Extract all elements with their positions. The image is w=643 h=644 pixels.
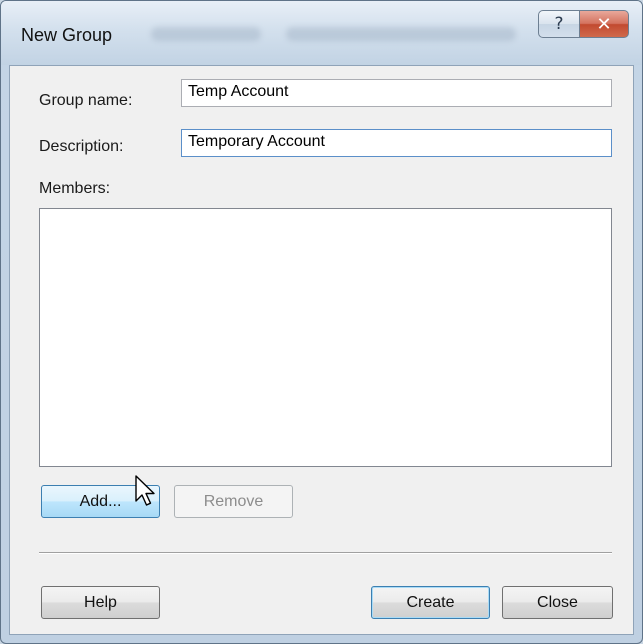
caption-buttons: ? ✕: [538, 10, 629, 38]
remove-button[interactable]: Remove: [174, 485, 293, 518]
help-icon[interactable]: ?: [538, 10, 580, 38]
members-list[interactable]: [39, 208, 612, 467]
dialog-title: New Group: [21, 25, 113, 45]
mouse-cursor-icon: [135, 475, 155, 506]
group-name-input[interactable]: Temp Account: [181, 79, 612, 107]
dialog-body: Group name: Temp Account Description: Te…: [9, 65, 634, 635]
group-name-label: Group name:: [39, 92, 133, 109]
members-label: Members:: [39, 180, 111, 197]
title-bar[interactable]: New Group ? ✕: [1, 1, 642, 65]
background-blur: [151, 27, 261, 41]
separator: [39, 552, 612, 554]
create-button[interactable]: Create: [371, 586, 490, 619]
description-label: Description:: [39, 138, 124, 155]
new-group-dialog: New Group ? ✕ Group name: Temp Account D…: [0, 0, 643, 644]
help-button[interactable]: Help: [41, 586, 160, 619]
close-icon[interactable]: ✕: [580, 10, 629, 38]
description-input[interactable]: Temporary Account: [181, 129, 612, 157]
close-button[interactable]: Close: [502, 586, 613, 619]
background-blur: [286, 27, 516, 41]
